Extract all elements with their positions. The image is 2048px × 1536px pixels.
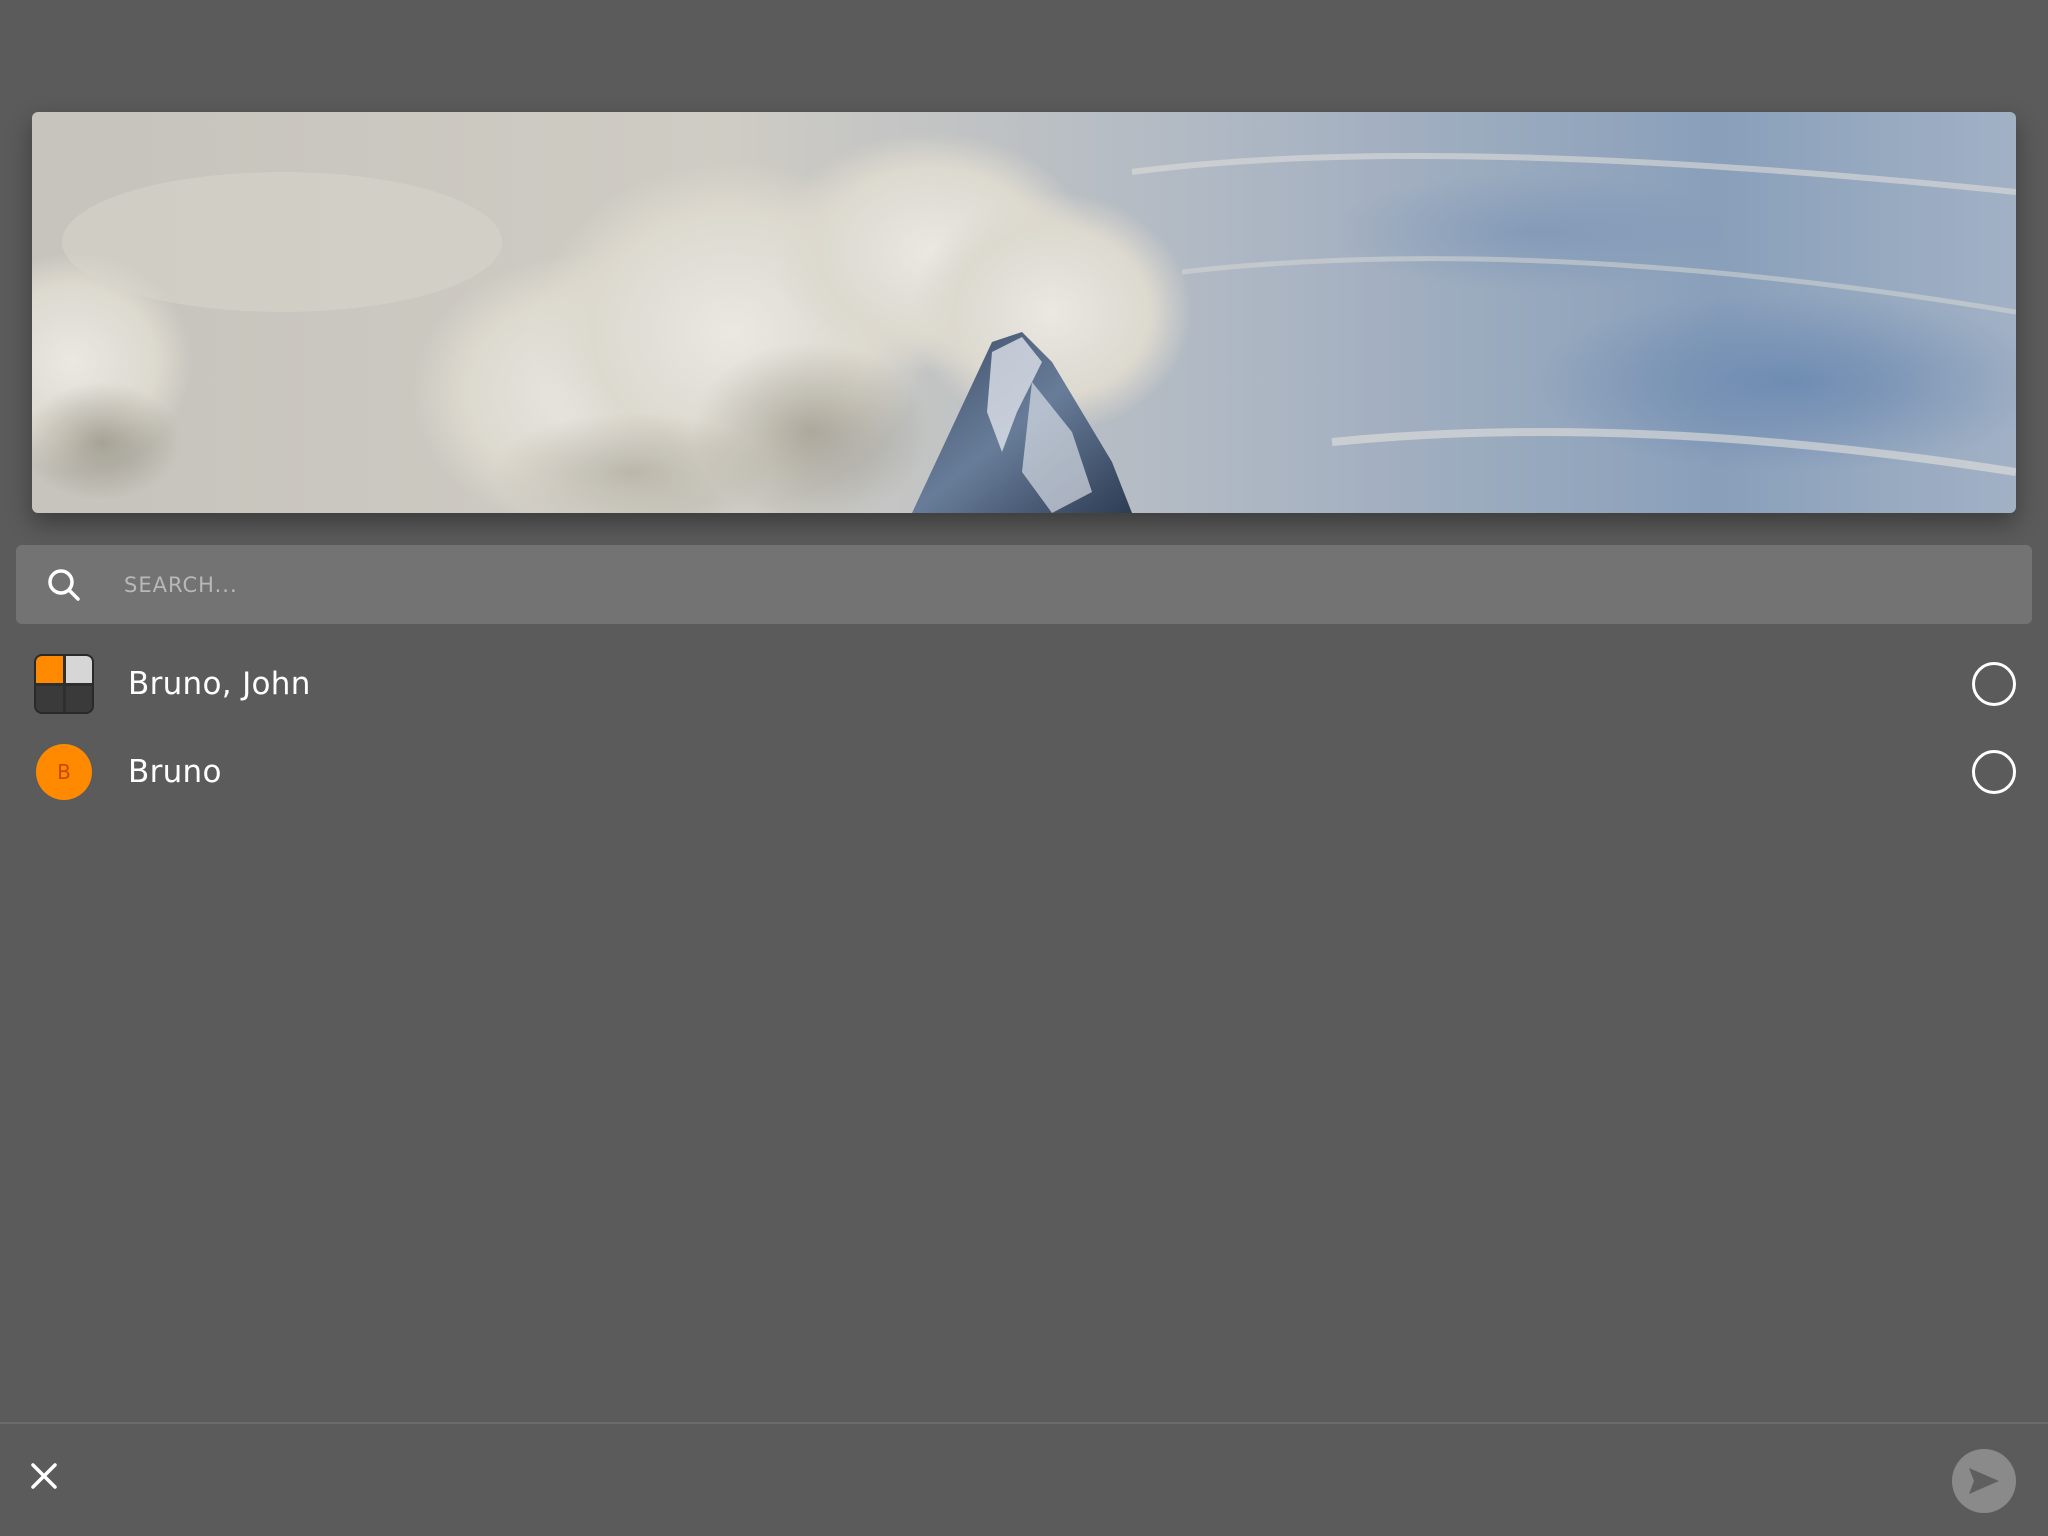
group-avatar-icon (34, 654, 94, 714)
select-radio[interactable] (1972, 662, 2016, 706)
select-radio[interactable] (1972, 750, 2016, 794)
search-bar[interactable] (16, 545, 2032, 624)
avatar (32, 652, 96, 716)
avatar-initial: B (36, 744, 92, 800)
contact-name: Bruno, John (128, 666, 311, 702)
contact-name: Bruno (128, 754, 222, 790)
list-item[interactable]: B Bruno (0, 728, 2048, 816)
avatar: B (32, 740, 96, 804)
send-icon (1969, 1468, 1999, 1494)
close-button[interactable] (24, 1456, 64, 1496)
header-image (32, 112, 2016, 513)
send-button[interactable] (1952, 1449, 2016, 1513)
list-item[interactable]: Bruno, John (0, 640, 2048, 728)
close-icon (31, 1463, 57, 1489)
bottom-toolbar (0, 1422, 2048, 1536)
share-sheet: Bruno, John B Bruno (0, 0, 2048, 1536)
search-icon[interactable] (44, 565, 84, 605)
search-input[interactable] (124, 554, 2032, 615)
contact-list: Bruno, John B Bruno (0, 640, 2048, 816)
